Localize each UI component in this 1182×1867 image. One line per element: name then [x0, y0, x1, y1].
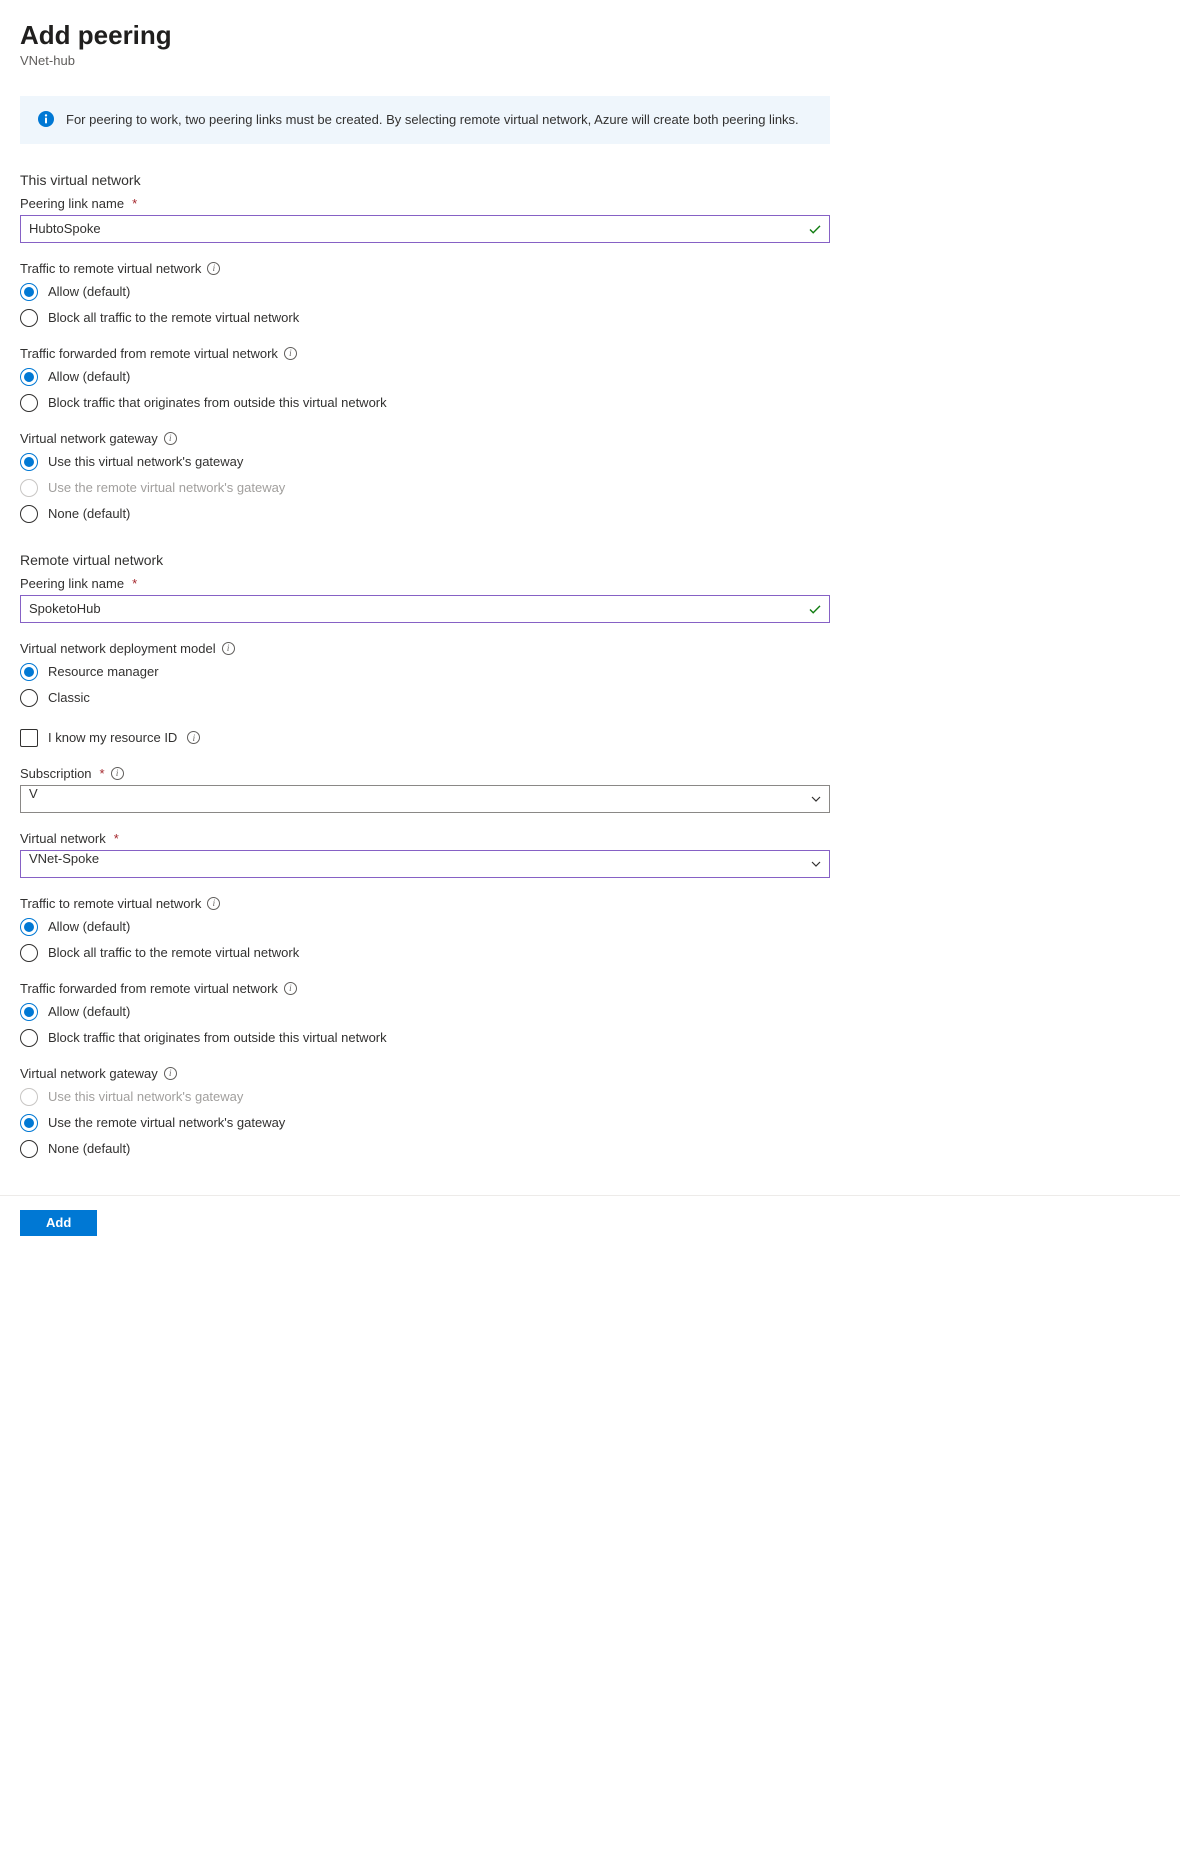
remote-traffic-fwd-allow-label[interactable]: Allow (default): [48, 1004, 130, 1019]
info-icon[interactable]: [164, 432, 177, 445]
local-traffic-to-label: Traffic to remote virtual network: [20, 261, 1160, 276]
remote-traffic-to-block-label[interactable]: Block all traffic to the remote virtual …: [48, 945, 299, 960]
remote-peering-name-input[interactable]: [20, 595, 830, 623]
remote-traffic-to-block-radio[interactable]: [20, 944, 38, 962]
info-icon[interactable]: [222, 642, 235, 655]
info-icon[interactable]: [187, 731, 200, 744]
required-asterisk: *: [132, 196, 137, 211]
required-asterisk: *: [114, 831, 119, 846]
local-traffic-to-allow-label[interactable]: Allow (default): [48, 284, 130, 299]
remote-deploy-rm-label[interactable]: Resource manager: [48, 664, 159, 679]
remote-gateway-remote-radio[interactable]: [20, 1114, 38, 1132]
remote-gateway-none-label[interactable]: None (default): [48, 1141, 130, 1156]
local-peering-name-label: Peering link name *: [20, 196, 1160, 211]
local-gateway-label: Virtual network gateway: [20, 431, 1160, 446]
label-text: Traffic to remote virtual network: [20, 261, 201, 276]
local-peering-name-input[interactable]: [20, 215, 830, 243]
local-section-title: This virtual network: [20, 172, 1160, 188]
remote-traffic-fwd-allow-radio[interactable]: [20, 1003, 38, 1021]
info-icon[interactable]: [164, 1067, 177, 1080]
local-traffic-fwd-label: Traffic forwarded from remote virtual ne…: [20, 346, 1160, 361]
local-traffic-fwd-block-radio[interactable]: [20, 394, 38, 412]
info-icon[interactable]: [284, 347, 297, 360]
page-subtitle: VNet-hub: [20, 53, 1160, 68]
required-asterisk: *: [100, 766, 105, 781]
info-icon[interactable]: [207, 262, 220, 275]
remote-traffic-fwd-block-label[interactable]: Block traffic that originates from outsi…: [48, 1030, 387, 1045]
label-text: Virtual network deployment model: [20, 641, 216, 656]
remote-traffic-to-allow-label[interactable]: Allow (default): [48, 919, 130, 934]
label-text: Virtual network gateway: [20, 1066, 158, 1081]
remote-deploy-rm-radio[interactable]: [20, 663, 38, 681]
remote-section-title: Remote virtual network: [20, 552, 1160, 568]
required-asterisk: *: [132, 576, 137, 591]
remote-peering-name-label: Peering link name *: [20, 576, 1160, 591]
label-text: Traffic to remote virtual network: [20, 896, 201, 911]
add-button[interactable]: Add: [20, 1210, 97, 1236]
subscription-label: Subscription *: [20, 766, 1160, 781]
local-traffic-to-block-radio[interactable]: [20, 309, 38, 327]
label-text: Peering link name: [20, 576, 124, 591]
info-icon: [38, 111, 54, 127]
remote-gateway-label: Virtual network gateway: [20, 1066, 1160, 1081]
label-text: Traffic forwarded from remote virtual ne…: [20, 346, 278, 361]
local-gateway-none-radio[interactable]: [20, 505, 38, 523]
local-traffic-fwd-allow-radio[interactable]: [20, 368, 38, 386]
local-gateway-remote-radio: [20, 479, 38, 497]
remote-traffic-fwd-label: Traffic forwarded from remote virtual ne…: [20, 981, 1160, 996]
info-icon[interactable]: [207, 897, 220, 910]
label-text: Traffic forwarded from remote virtual ne…: [20, 981, 278, 996]
local-gateway-this-label[interactable]: Use this virtual network's gateway: [48, 454, 243, 469]
remote-gateway-none-radio[interactable]: [20, 1140, 38, 1158]
local-traffic-to-allow-radio[interactable]: [20, 283, 38, 301]
info-banner: For peering to work, two peering links m…: [20, 96, 830, 144]
label-text: Subscription: [20, 766, 92, 781]
local-traffic-to-block-label[interactable]: Block all traffic to the remote virtual …: [48, 310, 299, 325]
vnet-label: Virtual network *: [20, 831, 1160, 846]
remote-deploy-classic-label[interactable]: Classic: [48, 690, 90, 705]
know-resource-id-checkbox[interactable]: [20, 729, 38, 747]
remote-deploy-label: Virtual network deployment model: [20, 641, 1160, 656]
remote-traffic-to-label: Traffic to remote virtual network: [20, 896, 1160, 911]
local-gateway-this-radio[interactable]: [20, 453, 38, 471]
info-icon[interactable]: [284, 982, 297, 995]
local-gateway-none-label[interactable]: None (default): [48, 506, 130, 521]
local-traffic-fwd-block-label[interactable]: Block traffic that originates from outsi…: [48, 395, 387, 410]
remote-gateway-this-radio: [20, 1088, 38, 1106]
info-banner-text: For peering to work, two peering links m…: [66, 110, 799, 130]
local-traffic-fwd-allow-label[interactable]: Allow (default): [48, 369, 130, 384]
vnet-select[interactable]: VNet-Spoke: [20, 850, 830, 878]
remote-gateway-this-label: Use this virtual network's gateway: [48, 1089, 243, 1104]
remote-traffic-fwd-block-radio[interactable]: [20, 1029, 38, 1047]
info-icon[interactable]: [111, 767, 124, 780]
know-resource-id-label[interactable]: I know my resource ID: [48, 730, 177, 745]
remote-traffic-to-allow-radio[interactable]: [20, 918, 38, 936]
page-title: Add peering: [20, 20, 1160, 51]
local-gateway-remote-label: Use the remote virtual network's gateway: [48, 480, 285, 495]
label-text: Virtual network gateway: [20, 431, 158, 446]
label-text: Peering link name: [20, 196, 124, 211]
remote-gateway-remote-label[interactable]: Use the remote virtual network's gateway: [48, 1115, 285, 1130]
label-text: Virtual network: [20, 831, 106, 846]
remote-deploy-classic-radio[interactable]: [20, 689, 38, 707]
subscription-select[interactable]: V: [20, 785, 830, 813]
